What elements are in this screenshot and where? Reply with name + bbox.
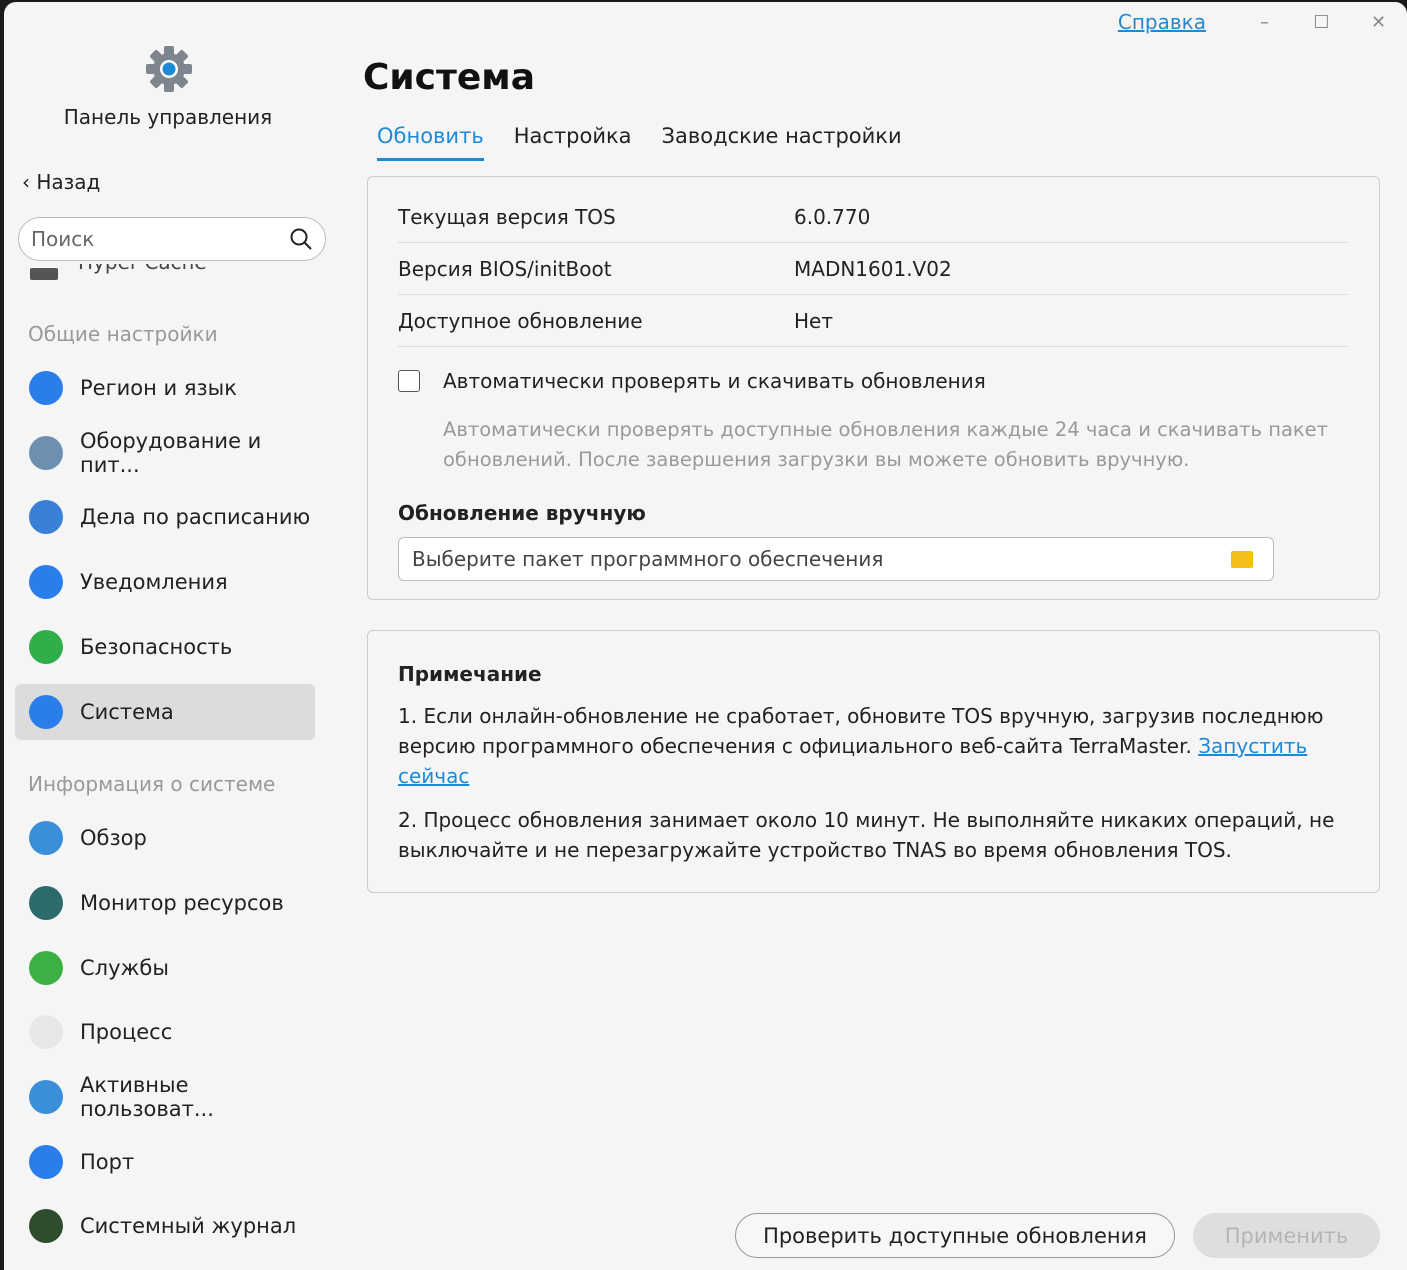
- tab-bar: Обновить Настройка Заводские настройки: [377, 124, 902, 161]
- sidebar-item-label: Регион и язык: [80, 376, 237, 400]
- info-row: Текущая версия TOS 6.0.770: [398, 191, 1349, 243]
- check-updates-button[interactable]: Проверить доступные обновления: [735, 1213, 1175, 1258]
- sidebar-item-label: Монитор ресурсов: [80, 890, 284, 915]
- app-title: Панель управления: [63, 105, 273, 129]
- tab-update[interactable]: Обновить: [377, 124, 484, 161]
- control-panel-window: Справка – ☐ ✕ Панель управления ‹ Назад …: [4, 2, 1407, 1270]
- info-key: Текущая версия TOS: [398, 204, 616, 229]
- info-key: Доступное обновление: [398, 308, 643, 333]
- gear-icon: [146, 46, 192, 92]
- active-users-icon: [29, 1080, 63, 1114]
- sidebar-item-label: Оборудование и пит...: [80, 428, 262, 477]
- back-button[interactable]: ‹ Назад: [22, 170, 100, 194]
- folder-icon[interactable]: [1231, 550, 1253, 568]
- chat-icon: [29, 565, 63, 600]
- auto-update-description: Автоматически проверять доступные обновл…: [443, 418, 1329, 471]
- sidebar-item-label: Дела по расписанию: [80, 505, 311, 530]
- page-title: Система: [363, 57, 535, 98]
- note-title: Примечание: [398, 662, 542, 686]
- sidebar-item[interactable]: Оборудование и пит...: [15, 425, 315, 481]
- note-text: 1. Если онлайн-обновление не сработает, …: [398, 704, 1324, 758]
- search-icon[interactable]: [289, 227, 313, 251]
- section-header: Общие настройки: [28, 322, 218, 346]
- sidebar-item[interactable]: Процесс: [15, 1004, 315, 1060]
- sidebar-item-label: Службы: [80, 955, 169, 980]
- note-card: Примечание 1. Если онлайн-обновление не …: [367, 630, 1380, 893]
- services-icon: [29, 950, 63, 985]
- sidebar: Панель управления ‹ Назад Hyper Cache Об…: [4, 2, 344, 1270]
- tab-factory-reset[interactable]: Заводские настройки: [662, 124, 902, 161]
- info-value: 6.0.770: [794, 204, 871, 229]
- sidebar-item[interactable]: Активные пользоват...: [15, 1069, 315, 1125]
- back-label: Назад: [36, 170, 101, 194]
- sidebar-item-hyper-cache[interactable]: Hyper Cache: [30, 264, 207, 280]
- sidebar-item-label: Уведомления: [80, 570, 228, 595]
- shield-icon: [29, 629, 63, 664]
- sidebar-item[interactable]: Уведомления: [15, 554, 315, 610]
- tab-settings[interactable]: Настройка: [514, 124, 632, 161]
- search-box[interactable]: [18, 217, 326, 261]
- info-row: Версия BIOS/initBoot MADN1601.V02: [398, 243, 1349, 295]
- sidebar-item[interactable]: Системный журнал: [15, 1198, 315, 1254]
- auto-update-label: Автоматически проверять и скачивать обно…: [443, 369, 986, 393]
- sidebar-item-label: Безопасность: [80, 634, 233, 659]
- tools-icon: [29, 435, 63, 470]
- section-header: Информация о системе: [28, 772, 276, 797]
- sidebar-item[interactable]: Порт: [15, 1134, 315, 1190]
- sidebar-item-label: Hyper Cache: [78, 264, 207, 280]
- sidebar-item-label: Активные пользоват...: [80, 1073, 214, 1121]
- info-row: Доступное обновление Нет: [398, 295, 1349, 347]
- schedule-icon: [29, 500, 63, 535]
- sidebar-item-label: Порт: [80, 1149, 135, 1174]
- sidebar-item[interactable]: Дела по расписанию: [15, 489, 315, 545]
- info-value: Нет: [794, 308, 833, 333]
- globe-icon: [29, 371, 63, 405]
- update-card: Текущая версия TOS 6.0.770 Версия BIOS/in…: [367, 176, 1380, 600]
- file-placeholder: Выберите пакет программного обеспечения: [412, 547, 884, 571]
- sidebar-nav: Hyper Cache Общие настройки Регион и язык…: [4, 264, 344, 1270]
- manual-update-label: Обновление вручную: [398, 501, 646, 525]
- info-value: MADN1601.V02: [794, 256, 952, 281]
- auto-update-option[interactable]: Автоматически проверять и скачивать обно…: [398, 369, 1349, 393]
- sidebar-item[interactable]: Система: [15, 683, 315, 740]
- sidebar-item[interactable]: Службы: [15, 940, 315, 996]
- process-icon: [29, 1015, 63, 1050]
- note-item-1: 1. Если онлайн-обновление не сработает, …: [398, 701, 1349, 791]
- chevron-left-icon: ‹: [22, 170, 37, 194]
- main-content: Система Обновить Настройка Заводские нас…: [363, 2, 1407, 1270]
- search-input[interactable]: [31, 227, 289, 251]
- sidebar-item[interactable]: Монитор ресурсов: [15, 875, 315, 931]
- sidebar-item-label: Система: [80, 699, 174, 724]
- cache-icon: [30, 268, 58, 280]
- sidebar-item-label: Системный журнал: [80, 1214, 297, 1239]
- system-update-icon: [29, 694, 63, 729]
- sidebar-item-label: Процесс: [80, 1020, 173, 1045]
- sidebar-item-label: Обзор: [80, 826, 147, 851]
- resource-monitor-icon: [29, 885, 63, 920]
- apply-button[interactable]: Применить: [1193, 1213, 1380, 1258]
- info-key: Версия BIOS/initBoot: [398, 256, 612, 281]
- note-item-2: 2. Процесс обновления занимает около 10 …: [398, 808, 1335, 862]
- monitor-info-icon: [29, 821, 63, 856]
- log-icon: [29, 1209, 63, 1244]
- sidebar-item[interactable]: Обзор: [15, 810, 315, 866]
- port-icon: [29, 1144, 63, 1179]
- sidebar-item[interactable]: Безопасность: [15, 619, 315, 675]
- sidebar-item[interactable]: Регион и язык: [15, 360, 315, 416]
- firmware-file-picker[interactable]: Выберите пакет программного обеспечения: [398, 537, 1274, 581]
- auto-update-checkbox[interactable]: [398, 370, 420, 392]
